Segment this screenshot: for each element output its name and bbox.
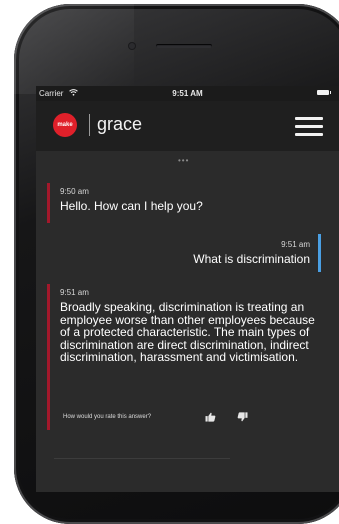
message-text: Hello. How can I help you? xyxy=(60,199,203,213)
thumbs-down-icon[interactable] xyxy=(237,412,248,422)
front-camera xyxy=(129,43,135,49)
phone-screen: Carrier 9:51 AM make grace ••• 9:50 am H… xyxy=(36,86,339,492)
drag-handle[interactable]: ••• xyxy=(178,156,189,165)
app-header: make grace xyxy=(36,101,339,151)
message-timestamp: 9:51 am xyxy=(281,240,310,249)
message-timestamp: 9:51 am xyxy=(60,288,89,297)
bot-message: 9:51 am Broadly speaking, discrimination… xyxy=(47,284,317,430)
earpiece-speaker xyxy=(156,44,212,48)
status-time: 9:51 AM xyxy=(172,89,203,98)
message-text: Broadly speaking, discrimination is trea… xyxy=(60,300,315,365)
divider xyxy=(54,458,230,459)
answer-rating: How would you rate this answer? xyxy=(63,412,293,424)
brand-title: grace xyxy=(97,114,143,134)
logo-divider xyxy=(89,114,90,136)
make-logo: make xyxy=(53,113,77,137)
rating-prompt: How would you rate this answer? xyxy=(63,414,152,420)
message-text: What is discrimination xyxy=(193,252,310,266)
hamburger-menu-icon[interactable] xyxy=(295,117,323,137)
user-message: 9:51 am What is discrimination xyxy=(132,234,321,272)
battery-icon xyxy=(317,90,331,95)
bot-message: 9:50 am Hello. How can I help you? xyxy=(47,183,317,223)
message-timestamp: 9:50 am xyxy=(60,187,89,196)
thumbs-up-icon[interactable] xyxy=(205,412,216,422)
status-bar: Carrier 9:51 AM xyxy=(36,86,339,101)
